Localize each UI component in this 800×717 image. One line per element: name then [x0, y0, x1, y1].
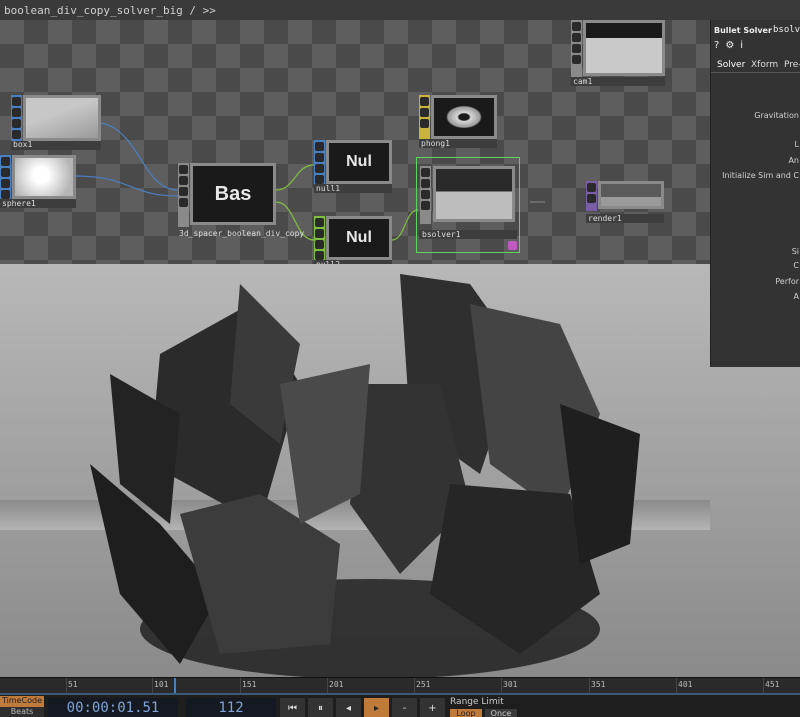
- timeline-tick: 151: [242, 680, 257, 689]
- node-label[interactable]: bsolver1: [422, 230, 461, 239]
- node-cam1[interactable]: cam1: [571, 20, 665, 90]
- param-row[interactable]: An: [788, 156, 799, 165]
- node-label[interactable]: box1: [13, 140, 32, 149]
- param-performance[interactable]: Perfor: [775, 277, 799, 286]
- timeline-tick: 401: [678, 680, 693, 689]
- node-wires: [75, 121, 545, 241]
- node-side-panel[interactable]: [0, 155, 11, 201]
- node-label[interactable]: null1: [316, 184, 340, 193]
- param-row[interactable]: L: [795, 140, 799, 149]
- timeline-ruler[interactable]: 51 101 151 201 251 301 351 401 451: [0, 677, 800, 694]
- timeline-tick: 51: [68, 680, 78, 689]
- node-null2[interactable]: Nul null2: [314, 216, 392, 270]
- increment-button[interactable]: +: [420, 698, 445, 717]
- timeline-tick: 351: [591, 680, 606, 689]
- panel-title: Bullet Solver: [714, 26, 772, 35]
- panel-icons: ? ⚙ i: [714, 40, 743, 51]
- param-initialize-sim[interactable]: Initialize Sim and C: [722, 171, 799, 180]
- network-path-bar[interactable]: boolean_div_copy_solver_big / >>: [0, 0, 800, 21]
- tab-solver[interactable]: Solver: [717, 60, 745, 70]
- node-label[interactable]: 3d_spacer_boolean_div_copy: [179, 229, 304, 238]
- node-side-panel[interactable]: [586, 181, 597, 211]
- node-thumbnail: Nul: [326, 140, 392, 184]
- node-thumbnail: Nul: [326, 216, 392, 260]
- beats-toggle[interactable]: Beats: [0, 707, 44, 717]
- frame-field[interactable]: 112: [186, 698, 276, 717]
- decrement-button[interactable]: -: [392, 698, 417, 717]
- node-label[interactable]: sphere1: [2, 199, 36, 208]
- node-side-panel[interactable]: [314, 140, 325, 186]
- timeline-tick: 251: [416, 680, 431, 689]
- node-thumbnail: [431, 95, 497, 139]
- tab-pre[interactable]: Pre-: [784, 60, 800, 70]
- node-side-panel[interactable]: [420, 166, 431, 224]
- fractured-sphere-render: [90, 274, 640, 677]
- info-icon[interactable]: i: [740, 40, 743, 51]
- once-toggle[interactable]: Once: [485, 709, 517, 717]
- node-thumbnail: [12, 155, 76, 199]
- rewind-button[interactable]: ⏮: [280, 698, 305, 717]
- operator-name-field[interactable]: bsolve: [773, 25, 800, 35]
- timeline-tick: 451: [765, 680, 780, 689]
- timeline-tick: 201: [329, 680, 344, 689]
- pause-button[interactable]: ⏸: [308, 698, 333, 717]
- param-row[interactable]: Si: [792, 247, 799, 256]
- step-back-button[interactable]: ◂: [336, 698, 361, 717]
- node-label[interactable]: render1: [588, 214, 622, 223]
- node-cook-badge: [508, 241, 517, 250]
- timecode-toggle[interactable]: TimeCode: [0, 696, 44, 707]
- node-side-panel[interactable]: [11, 95, 22, 143]
- network-path[interactable]: boolean_div_copy_solver_big / >>: [4, 4, 216, 17]
- node-side-panel[interactable]: [419, 95, 430, 141]
- node-sphere1[interactable]: sphere1: [0, 155, 76, 210]
- timeline-tick: 101: [154, 680, 169, 689]
- playhead[interactable]: [174, 678, 176, 694]
- node-thumbnail: [598, 181, 664, 209]
- parameter-panel[interactable]: Bullet Solver bsolve ? ⚙ i Solver Xform …: [710, 20, 800, 367]
- loop-toggle[interactable]: Loop: [450, 709, 482, 717]
- node-thumbnail: [433, 166, 515, 222]
- panel-tabs: Solver Xform Pre-: [711, 58, 800, 73]
- transport-bar: TimeCode Beats 00:00:01.51 112 ⏮ ⏸ ◂ ▸ -…: [0, 693, 800, 717]
- node-bsolver1[interactable]: bsolver1: [416, 157, 520, 253]
- param-gravitation[interactable]: Gravitation: [754, 111, 799, 120]
- param-row[interactable]: C: [793, 261, 799, 270]
- node-label[interactable]: phong1: [421, 139, 450, 148]
- node-null1[interactable]: Nul null1: [314, 140, 392, 194]
- timeline-tick: 301: [503, 680, 518, 689]
- node-side-panel[interactable]: [314, 216, 325, 262]
- node-3d-spacer[interactable]: Bas 3d_spacer_boolean_div_copy: [178, 163, 304, 239]
- play-button[interactable]: ▸: [364, 698, 389, 717]
- node-side-panel[interactable]: [571, 20, 582, 78]
- node-render1[interactable]: render1: [586, 181, 664, 235]
- help-icon[interactable]: ?: [714, 40, 719, 51]
- time-field[interactable]: 00:00:01.51: [48, 698, 178, 717]
- range-limit-label: Range Limit: [450, 697, 504, 707]
- node-label[interactable]: cam1: [573, 77, 592, 86]
- touchdesigner-window: boolean_div_copy_solver_big / >> box1 sp…: [0, 0, 800, 717]
- 3d-viewer[interactable]: [0, 264, 800, 677]
- node-side-panel[interactable]: [178, 163, 189, 227]
- network-editor[interactable]: box1 sphere1 Bas 3d_spacer_boolean_div_c…: [0, 20, 800, 269]
- node-phong1[interactable]: phong1: [419, 95, 497, 149]
- tab-xform[interactable]: Xform: [751, 60, 778, 70]
- python-icon[interactable]: ⚙: [725, 40, 734, 51]
- param-row[interactable]: A: [794, 292, 799, 301]
- node-box1[interactable]: box1: [11, 95, 101, 151]
- node-thumbnail: [23, 95, 101, 141]
- node-thumbnail: [583, 20, 665, 76]
- node-thumbnail: Bas: [190, 163, 276, 225]
